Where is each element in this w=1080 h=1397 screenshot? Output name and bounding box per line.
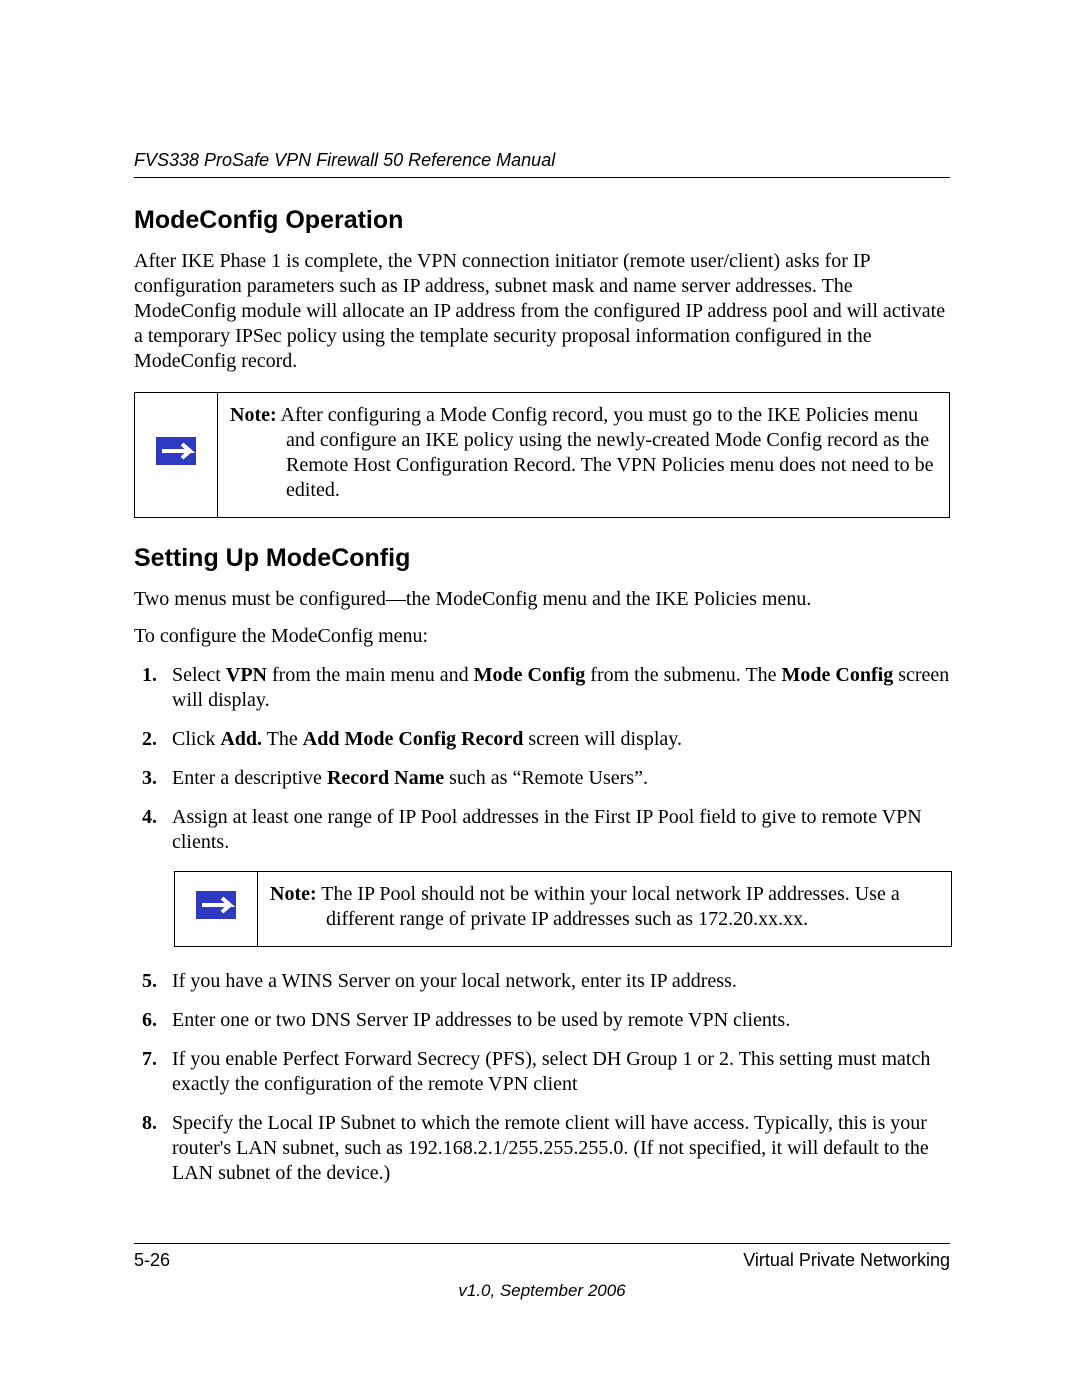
note-2-rest: different range of private IP addresses …	[270, 907, 939, 932]
note-1-rest: and configure an IKE policy using the ne…	[230, 428, 937, 503]
note-2-line1: The IP Pool should not be within your lo…	[317, 883, 900, 905]
chapter-title: Virtual Private Networking	[743, 1250, 950, 1271]
note-box-2: Note: The IP Pool should not be within y…	[174, 871, 952, 947]
footer-rule	[134, 1243, 950, 1244]
note-1-line1: After configuring a Mode Config record, …	[277, 404, 919, 426]
para-to-configure: To configure the ModeConfig menu:	[134, 624, 950, 649]
doc-version: v1.0, September 2006	[134, 1281, 950, 1301]
step-7: If you enable Perfect Forward Secrecy (P…	[162, 1047, 950, 1097]
page-number: 5-26	[134, 1250, 170, 1271]
running-header: FVS338 ProSafe VPN Firewall 50 Reference…	[134, 150, 950, 171]
header-rule	[134, 177, 950, 178]
step-3: Enter a descriptive Record Name such as …	[162, 766, 950, 791]
note-box-1: Note: After configuring a Mode Config re…	[134, 392, 950, 518]
para-modeconfig-operation: After IKE Phase 1 is complete, the VPN c…	[134, 249, 950, 374]
steps-list-b: If you have a WINS Server on your local …	[134, 969, 950, 1186]
note-label: Note:	[230, 404, 277, 426]
heading-modeconfig-operation: ModeConfig Operation	[134, 206, 950, 235]
page: FVS338 ProSafe VPN Firewall 50 Reference…	[0, 0, 1080, 1397]
step-8: Specify the Local IP Subnet to which the…	[162, 1111, 950, 1186]
steps-list-a: Select VPN from the main menu and Mode C…	[134, 663, 950, 855]
step-4: Assign at least one range of IP Pool add…	[162, 805, 950, 855]
note-2-text: Note: The IP Pool should not be within y…	[258, 872, 952, 946]
step-1: Select VPN from the main menu and Mode C…	[162, 663, 950, 713]
step-5: If you have a WINS Server on your local …	[162, 969, 950, 994]
heading-setting-up-modeconfig: Setting Up ModeConfig	[134, 544, 950, 573]
step-6: Enter one or two DNS Server IP addresses…	[162, 1008, 950, 1033]
step-2: Click Add. The Add Mode Config Record sc…	[162, 727, 950, 752]
para-two-menus: Two menus must be configured—the ModeCon…	[134, 587, 950, 612]
page-footer: 5-26 Virtual Private Networking v1.0, Se…	[134, 1243, 950, 1301]
arrow-right-icon	[156, 437, 196, 465]
arrow-right-icon	[196, 891, 236, 919]
note-1-text: Note: After configuring a Mode Config re…	[218, 393, 950, 517]
note-label: Note:	[270, 883, 317, 905]
